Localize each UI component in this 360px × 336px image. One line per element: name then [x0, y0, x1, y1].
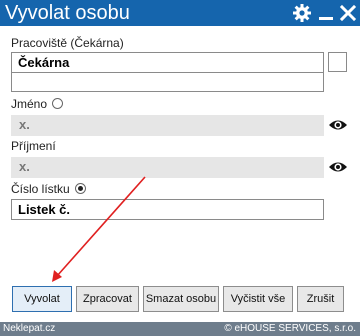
workplace-label: Pracoviště (Čekárna) — [11, 36, 124, 50]
footer-copyright: © eHOUSE SERVICES, s.r.o. — [224, 323, 356, 334]
minimize-icon[interactable] — [316, 3, 336, 23]
delete-person-button[interactable]: Smazat osobu — [143, 286, 219, 312]
window-title: Vyvolat osobu — [5, 2, 130, 24]
footer-left-link[interactable]: Neklepat.cz — [3, 322, 55, 336]
first-name-input[interactable]: x. — [11, 115, 324, 136]
footer: Neklepat.cz © eHOUSE SERVICES, s.r.o. — [0, 322, 360, 336]
workplace-field[interactable]: Čekárna — [11, 52, 324, 92]
ticket-number-label: Číslo lístku — [11, 182, 86, 196]
first-name-radio[interactable] — [52, 98, 64, 109]
call-button[interactable]: Vyvolat — [12, 286, 72, 312]
workplace-value: Čekárna — [12, 53, 323, 73]
ticket-number-label-text: Číslo lístku — [11, 182, 70, 196]
eye-icon[interactable] — [328, 160, 348, 174]
title-bar: Vyvolat osobu — [0, 0, 360, 26]
eye-icon[interactable] — [328, 118, 348, 132]
gear-icon[interactable] — [292, 3, 312, 23]
process-button[interactable]: Zpracovat — [76, 286, 139, 312]
cancel-button[interactable]: Zrušit — [297, 286, 344, 312]
clear-all-button[interactable]: Vyčistit vše — [223, 286, 293, 312]
first-name-label: Jméno — [11, 97, 64, 111]
ticket-number-radio[interactable] — [74, 183, 86, 194]
first-name-label-text: Jméno — [11, 97, 48, 111]
close-icon[interactable] — [338, 3, 358, 23]
workplace-select-button[interactable] — [328, 52, 347, 72]
last-name-label: Příjmení — [11, 139, 56, 153]
last-name-input[interactable]: x. — [11, 157, 324, 178]
ticket-number-input[interactable]: Listek č. — [11, 199, 324, 220]
